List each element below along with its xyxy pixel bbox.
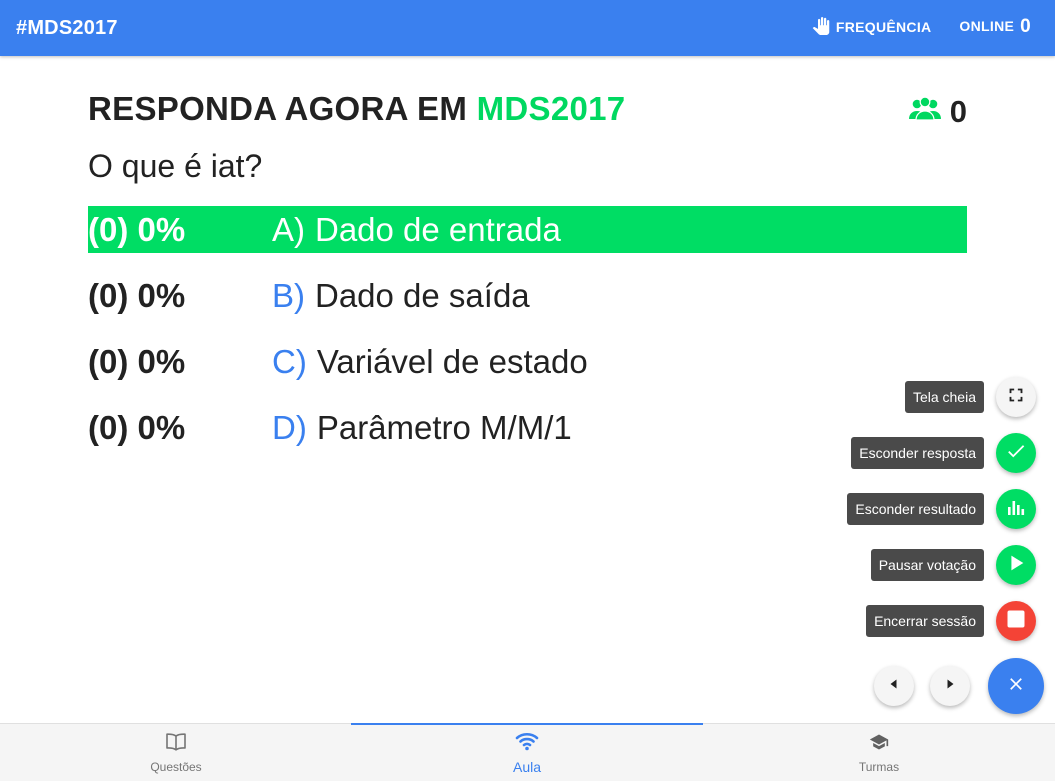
option-text: Dado de entrada [315,210,561,248]
previous-question-button[interactable] [874,666,914,706]
option-letter: D) [272,408,307,446]
option-stat: (0) 0% [88,342,186,380]
fullscreen-row: Tela cheia [904,377,1036,417]
close-icon [1006,674,1026,699]
option-text: Parâmetro M/M/1 [316,408,572,446]
tab-turmas[interactable]: Turmas [703,724,1055,781]
fullscreen-tooltip: Tela cheia [904,381,984,413]
question-text: O que é iat? [88,148,263,184]
end-session-tooltip: Encerrar sessão [866,605,984,637]
online-count: 0 [1020,16,1031,37]
play-icon [1005,552,1027,579]
end-session-button[interactable] [996,601,1036,641]
tab-questoes[interactable]: Questões [0,724,352,781]
option-b[interactable]: (0) 0% B) Dado de saída [88,272,967,319]
option-stat: (0) 0% [88,276,186,314]
bottom-navigation: Questões Aula Turmas [0,723,1055,781]
app-header: #MDS2017 FREQUÊNCIA ONLINE 0 [0,0,1055,56]
title-prefix: RESPONDA AGORA EM [88,90,477,127]
arrow-right-icon [943,677,957,696]
school-icon [867,732,891,755]
group-icon [908,96,942,128]
option-c[interactable]: (0) 0% C) Variável de estado [88,338,967,385]
hide-result-button[interactable] [996,489,1036,529]
hide-answer-row: Esconder resposta [851,433,1036,473]
next-question-button[interactable] [930,666,970,706]
tab-label: Turmas [858,760,900,774]
app-title: #MDS2017 [16,17,118,39]
check-icon [1005,440,1027,467]
option-d[interactable]: (0) 0% D) Parâmetro M/M/1 [88,404,967,451]
pause-voting-row: Pausar votação [870,545,1036,585]
online-label: ONLINE [959,18,1015,34]
page-title: RESPONDA AGORA EM MDS2017 [88,90,625,128]
hide-answer-button[interactable] [996,433,1036,473]
arrow-left-icon [887,677,901,696]
option-letter: A) [272,210,305,248]
class-code: MDS2017 [476,90,626,127]
pause-voting-tooltip: Pausar votação [870,549,984,581]
option-letter: B) [272,276,305,314]
tab-label: Questões [150,760,202,774]
end-session-row: Encerrar sessão [866,601,1036,641]
option-text: Dado de saída [315,276,530,314]
hide-answer-tooltip: Esconder resposta [851,437,984,469]
option-stat: (0) 0% [88,210,186,248]
pause-voting-button[interactable] [996,545,1036,585]
option-a[interactable]: (0) 0% A) Dado de entrada [88,206,967,253]
option-stat: (0) 0% [88,408,186,446]
close-speed-dial-button[interactable] [988,658,1044,714]
fullscreen-button[interactable] [996,377,1036,417]
tab-label: Aula [512,759,542,775]
hand-icon [812,16,836,38]
online-indicator: ONLINE 0 [959,16,1031,38]
option-letter: C) [272,342,307,380]
frequency-button[interactable]: FREQUÊNCIA [812,16,932,38]
hide-result-row: Esconder resultado [847,489,1036,529]
fullscreen-icon [1005,384,1027,411]
header-actions: FREQUÊNCIA ONLINE 0 [812,16,1031,38]
book-icon [165,732,187,755]
option-text: Variável de estado [316,342,588,380]
stop-icon [1006,609,1026,634]
bar-chart-icon [1006,497,1026,522]
tab-aula[interactable]: Aula [351,723,703,781]
wifi-icon [515,731,539,754]
frequency-label: FREQUÊNCIA [835,19,932,35]
participants-counter: 0 [908,94,967,130]
hide-result-tooltip: Esconder resultado [847,493,984,525]
participants-count: 0 [949,94,967,129]
